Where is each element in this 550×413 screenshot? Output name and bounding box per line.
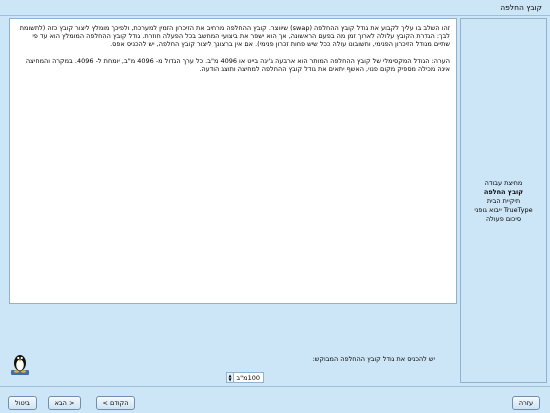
- window-title: קובץ החלפה: [500, 3, 542, 12]
- cancel-button[interactable]: ביטול: [8, 396, 37, 410]
- penguin-logo-icon: [10, 350, 30, 376]
- button-bar: ביטול הבא > < הקודם עזרה: [0, 386, 550, 413]
- spin-arrows[interactable]: ▲ ▼: [227, 373, 234, 382]
- swap-size-spinbox[interactable]: ▲ ▼ 100מ"ב: [226, 372, 264, 383]
- next-button[interactable]: הבא >: [48, 396, 81, 410]
- back-button[interactable]: < הקודם: [96, 396, 135, 410]
- swap-size-question: יש להכניס את גודל קובץ ההחלפה המבוקש:: [312, 355, 435, 363]
- instructions-panel: זהו השלב בו עליך לקבוע את גודל קובץ ההחל…: [9, 18, 457, 304]
- swap-size-value[interactable]: 100מ"ב: [234, 374, 263, 382]
- instructions-paragraph: זהו השלב בו עליך לקבוע את גודל קובץ ההחל…: [19, 24, 450, 49]
- step-home-folder: תיקיית הבית: [486, 196, 521, 205]
- wizard-steps-sidebar: מחיצת עבודה קובץ החלפה תיקיית הבית ייבוא…: [460, 18, 547, 383]
- step-swap-file: קובץ החלפה: [483, 187, 524, 196]
- step-work-partition: מחיצת עבודה: [484, 178, 523, 187]
- step-summary: סיכום פעולה: [485, 214, 522, 223]
- note-paragraph: הערה: הגודל המקסימלי של קובץ ההחלפה המות…: [25, 56, 450, 73]
- spin-down-icon[interactable]: ▼: [228, 377, 231, 382]
- title-bar: קובץ החלפה: [0, 0, 550, 16]
- step-import-truetype-fonts: ייבוא גופני TrueType: [474, 205, 533, 214]
- help-button[interactable]: עזרה: [512, 396, 540, 410]
